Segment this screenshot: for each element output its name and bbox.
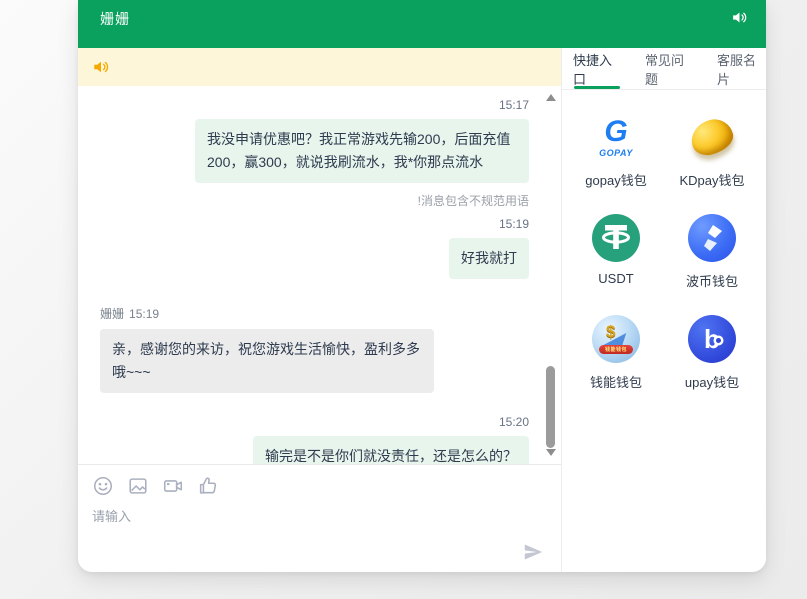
scroll-up-arrow-icon[interactable] [546,94,556,101]
gopay-letter: G [604,117,627,147]
tab-quick-entry[interactable]: 快捷入口 [571,48,622,89]
wallet-label: 波币钱包 [686,271,738,290]
gopay-logo-icon: G GOPAY [592,113,640,161]
scroll-down-arrow-icon[interactable] [546,449,556,456]
send-button[interactable] [522,541,544,563]
user-message-bubble: 我没申请优惠吧？我正常游戏先输200，后面充值200，赢300，就说我刷流水，我… [195,119,529,183]
wallet-item-upay[interactable]: b upay钱包 [664,315,760,391]
qianneng-logo-icon: $ 钱能钱包 [592,315,640,363]
wallet-label: 钱能钱包 [590,372,642,391]
chat-column: 15:17 我没申请优惠吧？我正常游戏先输200，后面充值200，赢300，就说… [78,48,562,572]
message-timestamp: 15:17 [100,98,529,112]
wallet-grid: G GOPAY gopay钱包 KDpay钱包 [562,90,766,391]
tab-agent-card[interactable]: 客服名片 [715,48,766,89]
gopay-wordmark: GOPAY [599,148,633,158]
composer: 请输入 [78,464,561,572]
upay-logo-icon: b [688,315,736,363]
tab-faq[interactable]: 常见问题 [643,48,694,89]
wallet-item-qianneng[interactable]: $ 钱能钱包 钱能钱包 [568,315,664,391]
user-message-bubble: 输完是不是你们就没责任，还是怎么的？ [253,436,529,464]
wallet-item-usdt[interactable]: USDT [568,214,664,290]
wallet-label: USDT [598,271,633,286]
wallet-label: upay钱包 [685,372,739,391]
chat-header: 姗姗 [78,0,766,48]
emoji-icon[interactable] [92,475,114,497]
bobi-logo-icon [688,214,736,262]
message-timestamp: 15:20 [100,415,529,429]
composer-toolbar [92,475,547,497]
sidebar-tabs: 快捷入口 常见问题 客服名片 [562,48,766,90]
message-timestamp: 15:19 [100,217,529,231]
wallet-item-kdpay[interactable]: KDpay钱包 [664,113,760,189]
chat-widget: 姗姗 15:17 我没申请优惠吧？我正常游戏先输200，后面充值200，赢300… [78,0,766,572]
agent-name-title: 姗姗 [100,9,130,29]
image-upload-icon[interactable] [127,475,149,497]
user-message-bubble: 好我就打 [449,238,529,279]
wallet-item-bobi[interactable]: 波币钱包 [664,214,760,290]
sidebar-panel: 快捷入口 常见问题 客服名片 G GOPAY [562,48,766,572]
message-timestamp: 15:19 [129,307,159,321]
notice-bar [78,48,561,86]
gold-bean-icon [688,113,736,161]
wallet-item-gopay[interactable]: G GOPAY gopay钱包 [568,113,664,189]
tether-logo-icon [592,214,640,262]
sound-toggle-icon[interactable] [731,9,748,26]
tab-label: 客服名片 [717,50,764,88]
wallet-label: KDpay钱包 [679,170,744,189]
video-call-icon[interactable] [162,475,184,497]
message-warning-text: !消息包含不规范用语 [100,192,529,209]
tab-label: 常见问题 [645,50,692,88]
message-input[interactable]: 请输入 [92,506,547,546]
tab-label: 快捷入口 [573,50,620,88]
notice-speaker-icon [92,58,110,76]
chat-scrollbar[interactable] [544,86,558,464]
wallet-label: gopay钱包 [585,170,646,189]
thumbs-up-icon[interactable] [197,475,219,497]
qianneng-ribbon-text: 钱能钱包 [599,345,633,354]
agent-message-bubble: 亲，感谢您的来访，祝您游戏生活愉快，盈利多多哦~~~ [100,329,434,393]
agent-message-meta: 姗姗 15:19 [100,305,529,322]
agent-name: 姗姗 [100,307,124,321]
message-list: 15:17 我没申请优惠吧？我正常游戏先输200，后面充值200，赢300，就说… [78,86,561,464]
active-tab-underline [574,86,620,89]
scrollbar-thumb[interactable] [546,366,555,448]
